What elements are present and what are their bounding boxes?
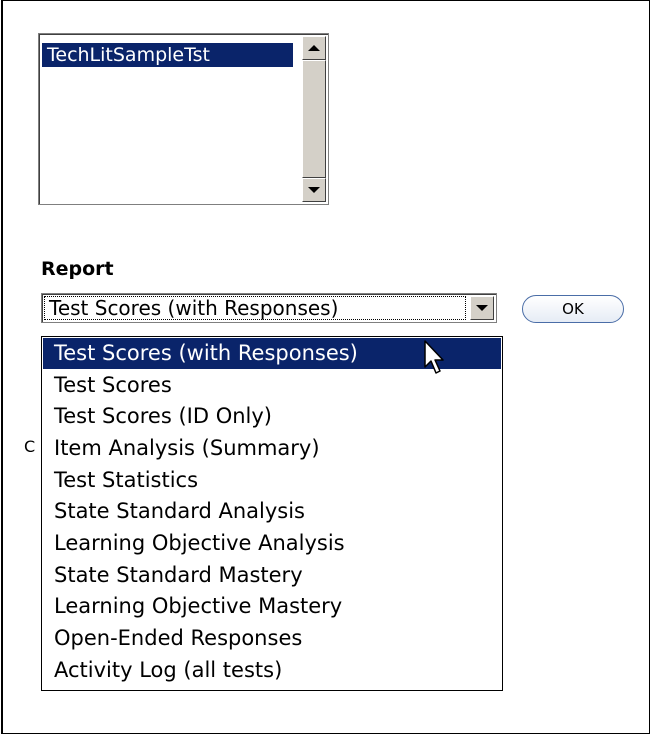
test-listbox[interactable]: TechLitSampleTst	[38, 33, 329, 205]
scroll-up-button[interactable]	[302, 36, 326, 60]
partial-text: C	[24, 437, 36, 456]
dropdown-option[interactable]: State Standard Mastery	[43, 560, 501, 591]
test-list-item[interactable]: TechLitSampleTst	[42, 43, 293, 67]
dropdown-option[interactable]: Learning Objective Analysis	[43, 528, 501, 559]
listbox-scrollbar[interactable]	[302, 36, 326, 202]
dropdown-option[interactable]: Learning Objective Mastery	[43, 591, 501, 622]
dropdown-button[interactable]	[470, 296, 494, 320]
report-label: Report	[41, 258, 114, 280]
report-select[interactable]: Test Scores (with Responses)	[41, 293, 497, 323]
dropdown-option[interactable]: Test Statistics	[43, 465, 501, 496]
mouse-pointer-icon	[424, 340, 444, 374]
report-select-value: Test Scores (with Responses)	[44, 296, 466, 320]
dropdown-option[interactable]: State Standard Analysis	[43, 496, 501, 527]
scroll-thumb[interactable]	[302, 60, 326, 178]
dropdown-option[interactable]: Activity Log (all tests)	[43, 655, 501, 686]
dropdown-option[interactable]: Item Analysis (Summary)	[43, 433, 501, 464]
chevron-down-icon	[476, 305, 488, 311]
scroll-down-button[interactable]	[302, 178, 326, 202]
ok-button[interactable]: OK	[522, 295, 624, 323]
dropdown-option[interactable]: Open-Ended Responses	[43, 623, 501, 654]
arrow-up-icon	[308, 45, 320, 51]
report-dropdown-list[interactable]: Test Scores (with Responses) Test Scores…	[41, 336, 503, 691]
arrow-down-icon	[308, 187, 320, 193]
dropdown-option[interactable]: Test Scores (ID Only)	[43, 401, 501, 432]
